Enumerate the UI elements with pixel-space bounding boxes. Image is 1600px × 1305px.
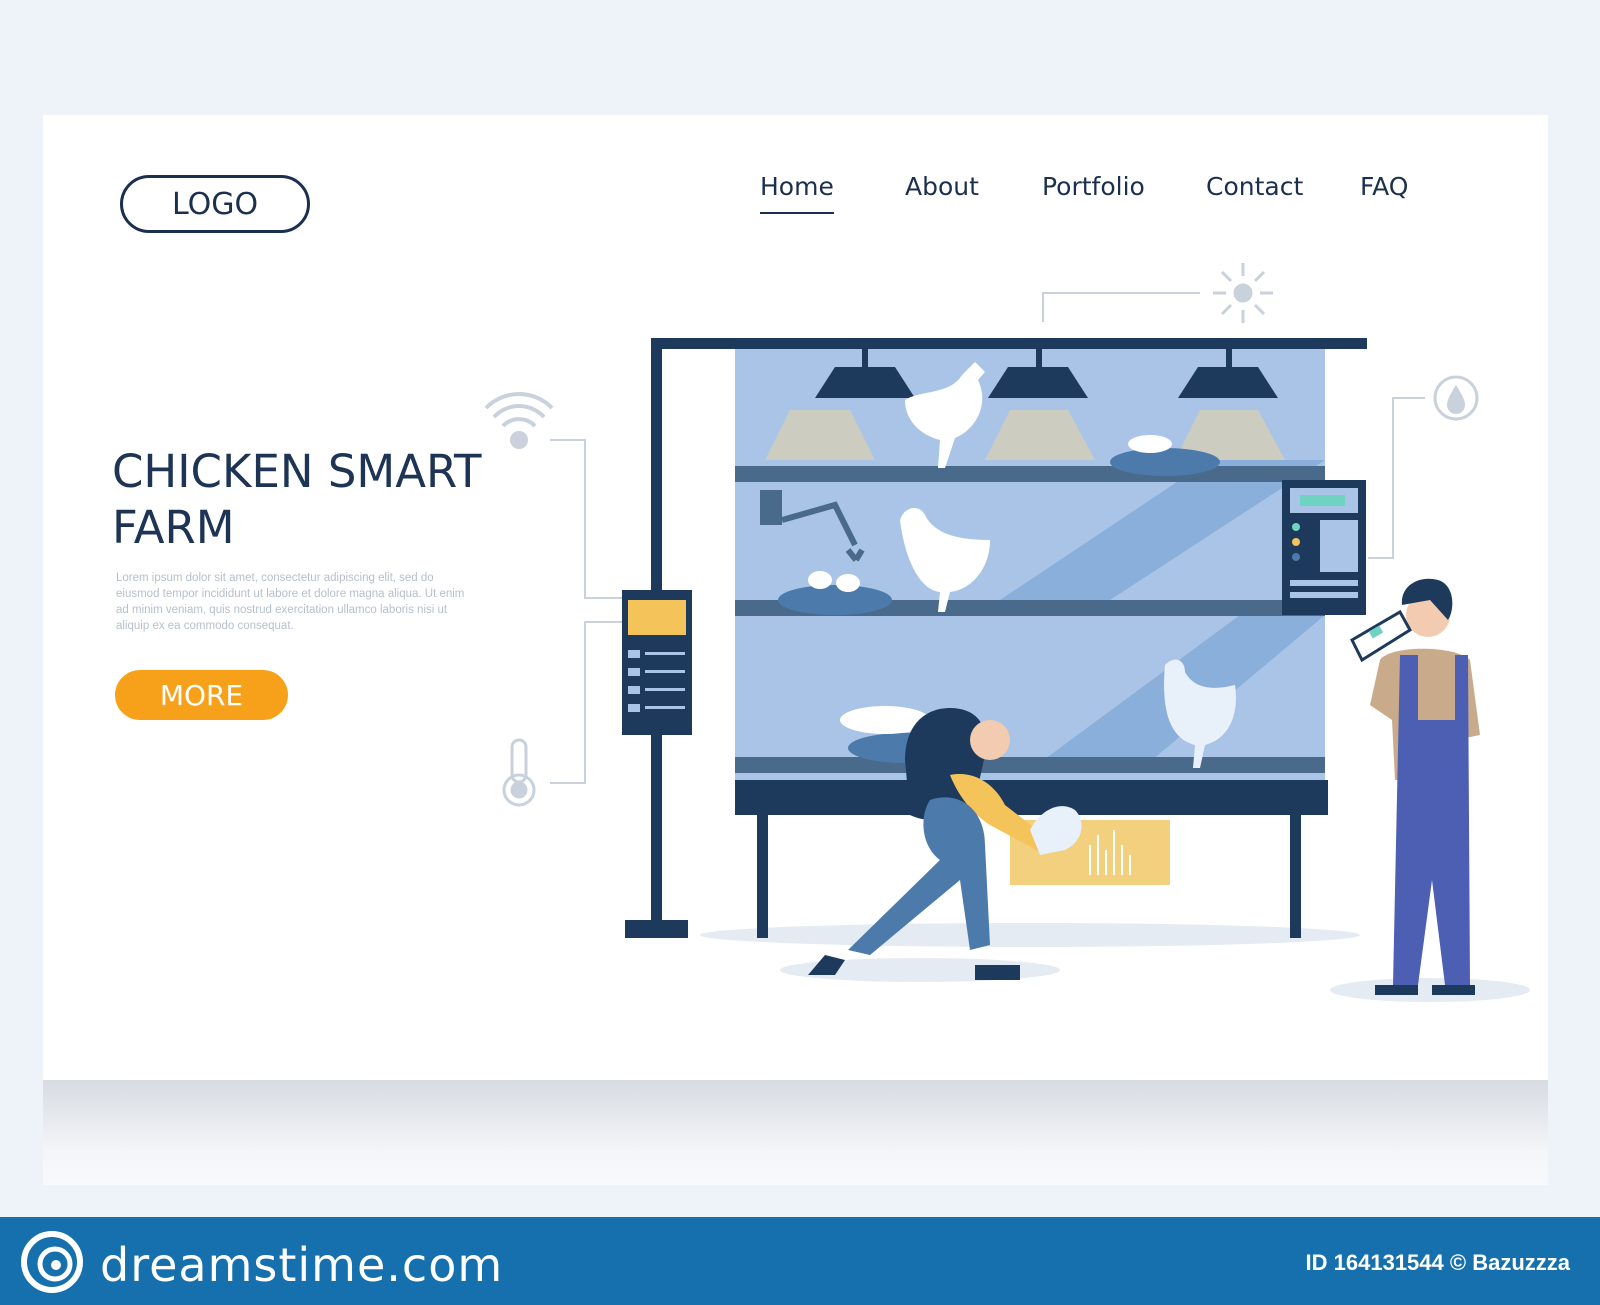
shelf-1	[735, 466, 1325, 482]
man-shadow	[1330, 978, 1530, 1002]
image-credit: ID 164131544 © Bazuzzza	[1305, 1250, 1570, 1275]
sun-icon	[1213, 263, 1273, 323]
pole-base	[625, 920, 688, 938]
rack-base	[735, 780, 1328, 815]
sensor-panel	[622, 590, 692, 735]
water-drop-icon	[1433, 375, 1479, 421]
shelf-3	[735, 757, 1325, 773]
farmer-man	[1350, 578, 1480, 995]
thermometer-icon	[502, 738, 536, 807]
wifi-icon	[484, 392, 554, 449]
rack-shadow	[700, 923, 1360, 947]
control-box	[1282, 480, 1366, 615]
smart-farm-illustration	[21, 263, 1530, 1293]
footer-brand[interactable]: dreamstime.com	[100, 1238, 503, 1292]
top-rail	[651, 338, 1367, 349]
